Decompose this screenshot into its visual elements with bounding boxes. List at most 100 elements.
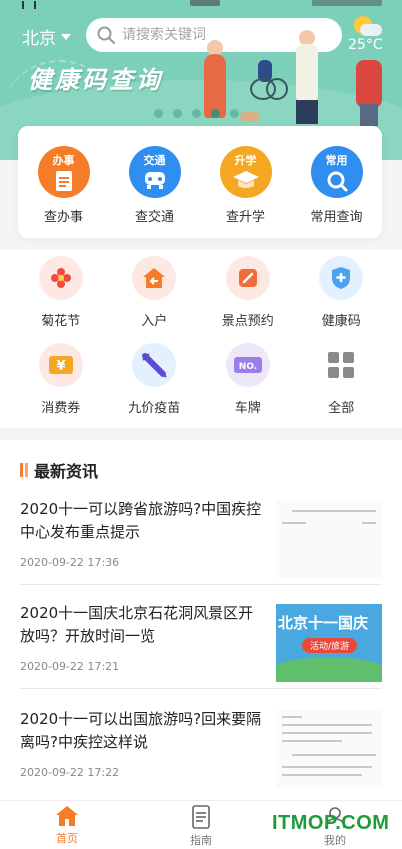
chevron-down-icon bbox=[61, 33, 71, 40]
news-heading: 最新资讯 bbox=[34, 462, 99, 481]
carousel-indicator[interactable] bbox=[154, 109, 239, 118]
carousel-dot[interactable] bbox=[211, 109, 220, 118]
feature-icon-bg bbox=[38, 256, 83, 300]
carousel-dot[interactable] bbox=[154, 109, 163, 118]
feature-consumer-coupon[interactable]: ¥ 消费券 bbox=[21, 343, 101, 416]
service-query-school[interactable]: 升学 查升学 bbox=[204, 146, 288, 238]
service-label: 查办事 bbox=[43, 210, 83, 225]
feature-label: 全部 bbox=[328, 401, 355, 416]
car-icon bbox=[144, 172, 165, 189]
news-title: 2020十一可以出国旅游吗?回来要隔离吗?中疾控这样说 bbox=[20, 710, 262, 751]
news-thumbnail bbox=[276, 710, 382, 788]
divider bbox=[20, 688, 382, 689]
search-input[interactable] bbox=[122, 27, 322, 43]
city-label: 北京 bbox=[22, 29, 56, 49]
banner-title: 健康码查询 bbox=[28, 66, 163, 94]
divider bbox=[20, 584, 382, 585]
news-date: 2020-09-22 17:36 bbox=[20, 556, 120, 569]
svg-text:¥: ¥ bbox=[56, 359, 65, 374]
feature-chrysanthemum-festival[interactable]: 菊花节 bbox=[21, 256, 101, 329]
news-thumbnail bbox=[276, 500, 382, 578]
graduation-cap-icon bbox=[232, 171, 259, 188]
illustration-person-legs bbox=[360, 104, 378, 126]
illustration-person bbox=[356, 60, 382, 108]
illustration-person bbox=[296, 44, 318, 104]
shield-plus-icon bbox=[332, 267, 351, 289]
search-icon bbox=[327, 171, 347, 192]
carousel-dot[interactable] bbox=[192, 109, 201, 118]
feature-icon-bg bbox=[319, 256, 364, 300]
news-section: 最新资讯 2020十一可以跨省旅游吗?中国疾控中心发布重点提示 2020-09-… bbox=[0, 440, 402, 800]
feature-icon-bg bbox=[132, 256, 177, 300]
service-tag: 常用 bbox=[325, 154, 348, 167]
feature-icon-bg bbox=[225, 256, 270, 300]
feature-icon-bg: NO. bbox=[225, 343, 270, 387]
syringe-icon bbox=[142, 353, 167, 378]
tab-label: 首页 bbox=[56, 832, 78, 845]
section-marker bbox=[25, 463, 28, 477]
weather-widget: 25°C bbox=[348, 16, 394, 56]
home-tab-icon bbox=[56, 806, 78, 826]
feature-label: 入户 bbox=[141, 314, 168, 329]
service-icon-bg: 办事 bbox=[37, 146, 90, 198]
svg-text:NO.: NO. bbox=[239, 362, 257, 372]
service-icon-bg: 常用 bbox=[310, 146, 363, 198]
tab-label: 指南 bbox=[190, 834, 212, 847]
signal-icon bbox=[22, 1, 36, 9]
feature-label: 消费券 bbox=[41, 401, 81, 416]
illustration-dog bbox=[240, 112, 260, 122]
feature-label: 车牌 bbox=[234, 401, 261, 416]
news-header: 最新资讯 bbox=[0, 440, 402, 482]
feature-all[interactable]: 全部 bbox=[301, 343, 381, 416]
primary-services-card: 办事 查办事 交通 查交通 升学 查升学 常用 常用查询 bbox=[18, 126, 382, 238]
yen-coupon-icon: ¥ bbox=[48, 356, 73, 374]
home-icon bbox=[143, 268, 166, 288]
feature-license-plate[interactable]: NO. 车牌 bbox=[208, 343, 288, 416]
service-label: 查升学 bbox=[225, 210, 265, 225]
city-selector[interactable]: 北京 bbox=[22, 24, 71, 49]
license-plate-icon: NO. bbox=[233, 357, 262, 373]
illustration-person-legs bbox=[296, 100, 318, 124]
feature-grid-row: 菊花节 入户 景点预约 健康码 bbox=[0, 250, 402, 329]
feature-grid: 菊花节 入户 景点预约 健康码 ¥ 消费券 九价疫苗 NO. 车牌 全部 bbox=[0, 250, 402, 428]
tab-home[interactable]: 首页 bbox=[0, 801, 134, 849]
feature-grid-row: ¥ 消费券 九价疫苗 NO. 车牌 全部 bbox=[0, 329, 402, 416]
grid-icon bbox=[328, 352, 355, 378]
carousel-dot[interactable] bbox=[173, 109, 182, 118]
feature-hpv-vaccine[interactable]: 九价疫苗 bbox=[114, 343, 194, 416]
document-icon bbox=[55, 171, 72, 191]
tab-guide[interactable]: 指南 bbox=[134, 801, 268, 849]
illustration-bike-wheel bbox=[266, 78, 288, 100]
service-label: 查交通 bbox=[134, 210, 174, 225]
flower-icon bbox=[50, 268, 71, 288]
service-tag: 交通 bbox=[143, 154, 166, 167]
thumbnail-text: 北京十一国庆 bbox=[278, 614, 369, 632]
service-common-query[interactable]: 常用 常用查询 bbox=[295, 146, 379, 238]
service-label: 常用查询 bbox=[310, 210, 363, 225]
feature-icon-bg bbox=[319, 343, 364, 387]
search-icon bbox=[97, 26, 115, 44]
clock-fragment bbox=[190, 0, 220, 6]
feature-health-code[interactable]: 健康码 bbox=[301, 256, 381, 329]
news-date: 2020-09-22 17:21 bbox=[20, 660, 120, 673]
news-title: 2020十一可以跨省旅游吗?中国疾控中心发布重点提示 bbox=[20, 500, 262, 541]
feature-household-registration[interactable]: 入户 bbox=[114, 256, 194, 329]
service-icon-bg: 交通 bbox=[128, 146, 181, 198]
service-query-traffic[interactable]: 交通 查交通 bbox=[113, 146, 197, 238]
section-marker bbox=[20, 463, 23, 477]
guide-icon bbox=[192, 805, 210, 829]
thumbnail-pill: 活动/旅游 bbox=[302, 638, 358, 653]
service-tag: 办事 bbox=[52, 154, 75, 167]
feature-icon-bg bbox=[132, 343, 177, 387]
temperature: 25°C bbox=[348, 37, 383, 53]
service-query-affairs[interactable]: 办事 查办事 bbox=[22, 146, 106, 238]
status-icons-fragment bbox=[312, 0, 382, 6]
status-bar bbox=[0, 0, 402, 12]
news-date: 2020-09-22 17:22 bbox=[20, 766, 120, 779]
news-title: 2020十一国庆北京石花洞风景区开放吗？开放时间一览 bbox=[20, 604, 254, 645]
carousel-dot[interactable] bbox=[230, 109, 239, 118]
feature-label: 景点预约 bbox=[221, 314, 274, 329]
feature-attraction-booking[interactable]: 景点预约 bbox=[208, 256, 288, 329]
feature-label: 九价疫苗 bbox=[128, 401, 181, 416]
cloud-icon bbox=[360, 24, 382, 36]
